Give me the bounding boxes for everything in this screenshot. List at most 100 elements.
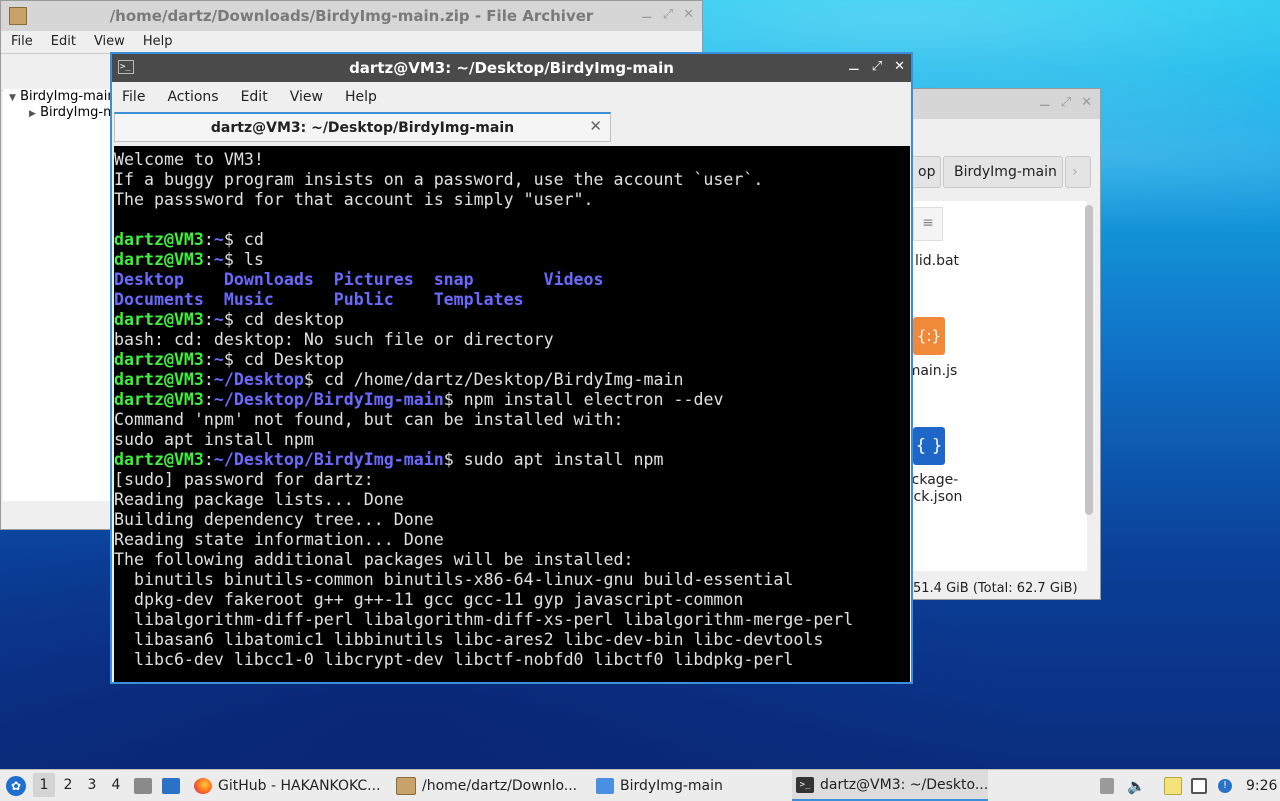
- task-terminal[interactable]: >_ dartz@VM3: ~/Deskto...: [792, 770, 988, 801]
- workspace-4[interactable]: 4: [105, 773, 127, 797]
- close-tab-icon[interactable]: ✕: [589, 117, 602, 135]
- terminal-titlebar[interactable]: >_ dartz@VM3: ~/Desktop/BirdyImg-main ⚊ …: [112, 54, 911, 82]
- volume-icon: 🔈: [1127, 776, 1146, 795]
- collapsed-arrow-icon[interactable]: ▶: [29, 109, 36, 119]
- terminal-screen[interactable]: Welcome to VM3! If a buggy program insist…: [114, 146, 910, 682]
- minimize-icon[interactable]: ⚊: [1039, 95, 1051, 110]
- start-menu-button[interactable]: ✿: [6, 770, 26, 801]
- maximize-icon[interactable]: ⤢: [663, 7, 673, 22]
- terminal-line: Command 'npm' not found, but can be inst…: [114, 410, 624, 429]
- terminal-line: dartz@VM3:~$ cd Desktop: [114, 350, 344, 369]
- terminal-line: Reading state information... Done: [114, 530, 444, 549]
- tray-volume[interactable]: 🔈: [1127, 770, 1146, 801]
- terminal-line: libc6-dev libcc1-0 libcrypt-dev libctf-n…: [114, 650, 794, 669]
- menu-edit[interactable]: Edit: [231, 82, 280, 112]
- archiver-folder-tree: ▼ BirdyImg-main ▶ BirdyImg-m: [3, 89, 116, 501]
- maximize-icon[interactable]: ⤢: [872, 59, 882, 74]
- task-archiver-label: /home/dartz/Downlo...: [422, 777, 578, 794]
- task-firefox-label: GitHub - HAKANKOKC...: [218, 777, 381, 794]
- json-file-icon[interactable]: { }: [913, 427, 945, 465]
- tree-item-child[interactable]: ▶ BirdyImg-m: [3, 105, 116, 121]
- terminal-tab[interactable]: dartz@VM3: ~/Desktop/BirdyImg-main ✕: [114, 112, 611, 142]
- tray-notes[interactable]: [1164, 770, 1182, 801]
- terminal-line: Building dependency tree... Done: [114, 510, 434, 529]
- close-icon[interactable]: ✕: [683, 7, 694, 22]
- close-icon[interactable]: ✕: [1081, 95, 1092, 110]
- quicklaunch-button[interactable]: [162, 770, 180, 801]
- task-archiver[interactable]: /home/dartz/Downlo...: [396, 770, 588, 801]
- terminal-line: [sudo] password for dartz:: [114, 470, 374, 489]
- terminal-line: sudo apt install npm: [114, 430, 314, 449]
- scrollbar[interactable]: [1085, 205, 1093, 515]
- terminal-line: dartz@VM3:~/Desktop/BirdyImg-main$ sudo …: [114, 450, 664, 469]
- archive-icon: [396, 776, 416, 795]
- terminal-line: Desktop Downloads Pictures snap Videos: [114, 270, 604, 289]
- task-file-manager[interactable]: BirdyImg-main: [596, 770, 786, 801]
- terminal-line: Welcome to VM3!: [114, 150, 264, 169]
- menu-actions[interactable]: Actions: [157, 82, 230, 112]
- terminal-output: Welcome to VM3! If a buggy program insist…: [114, 146, 910, 670]
- archiver-titlebar[interactable]: /home/dartz/Downloads/BirdyImg-main.zip …: [1, 1, 702, 31]
- clock[interactable]: 9:26: [1246, 770, 1277, 801]
- archiver-menubar: File Edit View Help: [1, 31, 702, 53]
- menu-help[interactable]: Help: [335, 82, 389, 112]
- notes-icon: [1164, 776, 1182, 795]
- js-file-icon[interactable]: {:}: [913, 317, 945, 355]
- maximize-icon[interactable]: ⤢: [1061, 95, 1071, 110]
- path-next-icon[interactable]: ›: [1065, 156, 1091, 188]
- minimize-icon[interactable]: ⚊: [848, 59, 860, 74]
- terminal-line: The passsword for that account is simply…: [114, 190, 594, 209]
- text-file-icon[interactable]: ≡: [913, 207, 943, 241]
- task-firefox[interactable]: GitHub - HAKANKOKC...: [194, 770, 390, 801]
- clipboard-icon: [1100, 777, 1114, 794]
- tray-updates[interactable]: !: [1218, 770, 1232, 801]
- close-icon[interactable]: ✕: [894, 59, 905, 74]
- taskbar: ✿ 1 2 3 4 GitHub - HAKANKOKC... /home/da…: [0, 769, 1280, 801]
- tab-title: dartz@VM3: ~/Desktop/BirdyImg-main: [210, 120, 515, 136]
- terminal-line: bash: cd: desktop: No such file or direc…: [114, 330, 554, 349]
- path-button-current[interactable]: BirdyImg-main: [943, 156, 1063, 188]
- status-bar: 51.4 GiB (Total: 62.7 GiB): [913, 581, 1078, 596]
- menu-view[interactable]: View: [280, 82, 335, 112]
- terminal-line: dartz@VM3:~/Desktop/BirdyImg-main$ npm i…: [114, 390, 724, 409]
- archiver-title: /home/dartz/Downloads/BirdyImg-main.zip …: [109, 7, 594, 25]
- terminal-line: If a buggy program insists on a password…: [114, 170, 764, 189]
- network-icon: [1191, 777, 1207, 794]
- expanded-arrow-icon[interactable]: ▼: [9, 93, 16, 103]
- task-terminal-label: dartz@VM3: ~/Deskto...: [820, 776, 988, 793]
- terminal-line: Documents Music Public Templates: [114, 290, 524, 309]
- minimize-icon[interactable]: ⚊: [641, 7, 653, 22]
- workspace-1[interactable]: 1: [33, 773, 55, 797]
- task-file-manager-label: BirdyImg-main: [620, 777, 723, 794]
- workspace-2[interactable]: 2: [57, 773, 79, 797]
- terminal-line: dartz@VM3:~$ ls: [114, 250, 264, 269]
- terminal-tabbar: dartz@VM3: ~/Desktop/BirdyImg-main ✕: [112, 112, 911, 144]
- menu-view[interactable]: View: [84, 31, 133, 53]
- terminal-line: binutils binutils-common binutils-x86-64…: [114, 570, 794, 589]
- menu-edit[interactable]: Edit: [41, 31, 84, 53]
- tray-network[interactable]: [1191, 770, 1207, 801]
- terminal-line: dpkg-dev fakeroot g++ g++-11 gcc gcc-11 …: [114, 590, 744, 609]
- firefox-icon: [194, 777, 212, 794]
- show-desktop-button[interactable]: [134, 770, 152, 801]
- terminal-line: The following additional packages will b…: [114, 550, 634, 569]
- update-notification-icon: !: [1218, 778, 1232, 793]
- terminal-menubar: File Actions Edit View Help: [112, 82, 911, 112]
- terminal-line: dartz@VM3:~$ cd: [114, 230, 264, 249]
- file-manager-window[interactable]: ⚊ ⤢ ✕ op BirdyImg-main › ≡ lid.bat {:} m…: [890, 88, 1101, 600]
- terminal-line: libalgorithm-diff-perl libalgorithm-diff…: [114, 610, 854, 629]
- filemgr-titlebar[interactable]: ⚊ ⤢ ✕: [891, 89, 1100, 119]
- menu-help[interactable]: Help: [133, 31, 181, 53]
- app-menu-icon: ✿: [6, 775, 26, 796]
- tray-clipboard[interactable]: [1100, 770, 1114, 801]
- workspace-3[interactable]: 3: [81, 773, 103, 797]
- menu-file[interactable]: File: [1, 31, 41, 53]
- terminal-window[interactable]: >_ dartz@VM3: ~/Desktop/BirdyImg-main ⚊ …: [110, 52, 913, 684]
- menu-file[interactable]: File: [112, 82, 157, 112]
- tree-item-root[interactable]: ▼ BirdyImg-main: [3, 89, 116, 105]
- terminal-line: libasan6 libatomic1 libbinutils libc-are…: [114, 630, 824, 649]
- terminal-line: dartz@VM3:~$ cd desktop: [114, 310, 344, 329]
- terminal-icon: >_: [796, 776, 814, 793]
- terminal-line: Reading package lists... Done: [114, 490, 404, 509]
